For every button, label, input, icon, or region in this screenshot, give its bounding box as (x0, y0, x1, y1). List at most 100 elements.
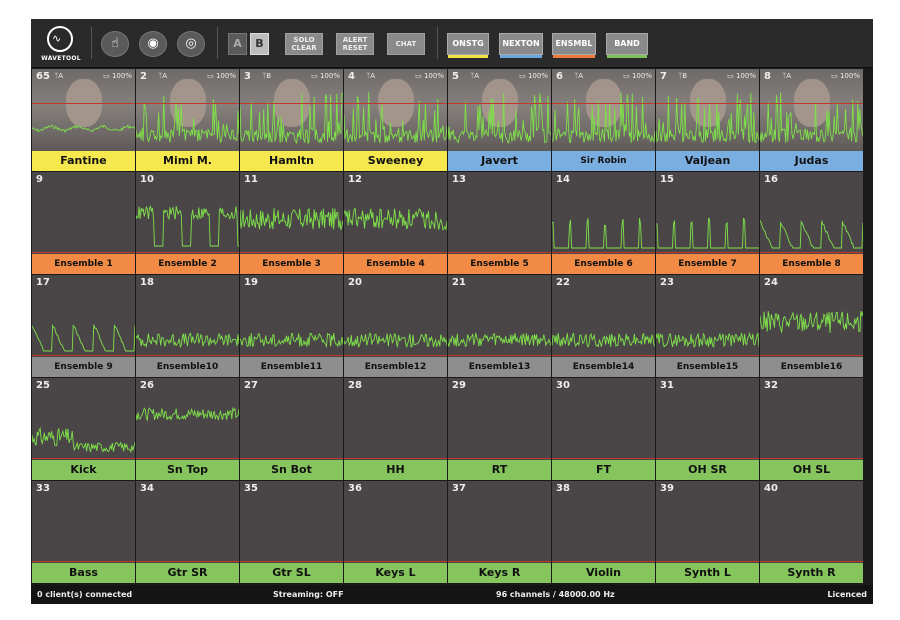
channel-label[interactable]: Ensemble 4 (344, 254, 447, 274)
channel-tile[interactable]: 35 Gtr SL (240, 481, 343, 583)
channel-tile[interactable]: 22 Ensemble14 (552, 275, 655, 377)
channel-label[interactable]: Bass (32, 563, 135, 583)
channel-tile[interactable]: 25 Kick (32, 378, 135, 480)
ab-b-button[interactable]: B (250, 33, 269, 55)
channel-tile[interactable]: 31 OH SR (656, 378, 759, 480)
channel-tile[interactable]: 2 ᛉA ▭ 100% Mimi M. (136, 69, 239, 171)
channel-label[interactable]: FT (552, 460, 655, 480)
channel-label[interactable]: Valjean (656, 151, 759, 171)
ab-a-button[interactable]: A (228, 33, 247, 55)
channel-label[interactable]: Keys R (448, 563, 551, 583)
threshold-line (656, 252, 759, 253)
channel-label[interactable]: Hamltn (240, 151, 343, 171)
channel-label[interactable]: Sn Bot (240, 460, 343, 480)
channel-label[interactable]: Ensemble11 (240, 357, 343, 377)
channel-tile[interactable]: 14 Ensemble 6 (552, 172, 655, 274)
channel-label[interactable]: Judas (760, 151, 863, 171)
channel-tile[interactable]: 5 ᛉA ▭ 100% Javert (448, 69, 551, 171)
channel-label[interactable]: Ensemble 2 (136, 254, 239, 274)
channel-tile[interactable]: 16 Ensemble 8 (760, 172, 863, 274)
channel-label[interactable]: Synth R (760, 563, 863, 583)
channel-label[interactable]: Fantine (32, 151, 135, 171)
channel-tile[interactable]: 65 ᛉA ▭ 100% Fantine (32, 69, 135, 171)
channel-tile[interactable]: 37 Keys R (448, 481, 551, 583)
channel-label[interactable]: OH SR (656, 460, 759, 480)
channel-label[interactable]: Synth L (656, 563, 759, 583)
channel-label[interactable]: Ensemble 6 (552, 254, 655, 274)
channel-label[interactable]: Sn Top (136, 460, 239, 480)
channel-tile[interactable]: 19 Ensemble11 (240, 275, 343, 377)
channel-tile[interactable]: 40 Synth R (760, 481, 863, 583)
hand-touch-icon[interactable]: ☝ (101, 31, 129, 57)
channel-label[interactable]: Keys L (344, 563, 447, 583)
channel-label[interactable]: Ensemble13 (448, 357, 551, 377)
channel-label[interactable]: Ensemble12 (344, 357, 447, 377)
channel-label[interactable]: Ensemble15 (656, 357, 759, 377)
channel-label[interactable]: Ensemble 8 (760, 254, 863, 274)
channel-tile[interactable]: 15 Ensemble 7 (656, 172, 759, 274)
waveform (656, 331, 759, 348)
threshold-line (240, 458, 343, 459)
channel-tile[interactable]: 6 ᛉA ▭ 100% Sir Robin (552, 69, 655, 171)
channel-label[interactable]: Sweeney (344, 151, 447, 171)
channel-tile[interactable]: 11 Ensemble 3 (240, 172, 343, 274)
channel-tile[interactable]: 27 Sn Bot (240, 378, 343, 480)
channel-tile[interactable]: 8 ᛉA ▭ 100% Judas (760, 69, 863, 171)
channel-label[interactable]: Ensemble 1 (32, 254, 135, 274)
channel-tile[interactable]: 34 Gtr SR (136, 481, 239, 583)
channel-tile[interactable]: 3 ᛉB ▭ 100% Hamltn (240, 69, 343, 171)
channel-label[interactable]: Ensemble 3 (240, 254, 343, 274)
solo-clear-button[interactable]: SOLO CLEAR (285, 33, 323, 55)
channel-label[interactable]: HH (344, 460, 447, 480)
channel-label[interactable]: RT (448, 460, 551, 480)
group-onstg-button[interactable]: ONSTG (447, 33, 489, 58)
hidden-eye-icon[interactable]: ◎ (177, 31, 205, 57)
channel-tile[interactable]: 13 Ensemble 5 (448, 172, 551, 274)
channel-label[interactable]: Ensemble 5 (448, 254, 551, 274)
alert-reset-button[interactable]: ALERT RESET (336, 33, 374, 55)
channel-label[interactable]: Ensemble14 (552, 357, 655, 377)
channel-tile[interactable]: 39 Synth L (656, 481, 759, 583)
channel-label[interactable]: OH SL (760, 460, 863, 480)
channel-tile[interactable]: 32 OH SL (760, 378, 863, 480)
eye-icon[interactable]: ◉ (139, 31, 167, 57)
channel-label[interactable]: Gtr SL (240, 563, 343, 583)
channel-tile[interactable]: 36 Keys L (344, 481, 447, 583)
channel-label[interactable]: Ensemble16 (760, 357, 863, 377)
group-band-button[interactable]: BAND (606, 33, 648, 58)
channel-tile[interactable]: 38 Violin (552, 481, 655, 583)
channel-tile[interactable]: 28 HH (344, 378, 447, 480)
waveform (344, 92, 447, 144)
channel-tile[interactable]: 18 Ensemble10 (136, 275, 239, 377)
channel-label[interactable]: Sir Robin (552, 151, 655, 171)
channel-tile[interactable]: 29 RT (448, 378, 551, 480)
channel-number: 19 (244, 277, 258, 288)
group-ensmbl-button[interactable]: ENSMBL (552, 33, 596, 58)
channel-tile[interactable]: 9 Ensemble 1 (32, 172, 135, 274)
channel-label[interactable]: Gtr SR (136, 563, 239, 583)
group-nexton-button[interactable]: NEXTON (499, 33, 543, 58)
channel-label[interactable]: Mimi M. (136, 151, 239, 171)
channel-tile[interactable]: 20 Ensemble12 (344, 275, 447, 377)
channel-tile[interactable]: 26 Sn Top (136, 378, 239, 480)
channel-label[interactable]: Ensemble 7 (656, 254, 759, 274)
chat-button[interactable]: CHAT (387, 33, 425, 55)
channel-tile[interactable]: 4 ᛉA ▭ 100% Sweeney (344, 69, 447, 171)
waveform (136, 406, 239, 422)
channel-label[interactable]: Javert (448, 151, 551, 171)
channel-label[interactable]: Violin (552, 563, 655, 583)
channel-tile[interactable]: 33 Bass (32, 481, 135, 583)
channel-tile[interactable]: 21 Ensemble13 (448, 275, 551, 377)
channel-tile[interactable]: 30 FT (552, 378, 655, 480)
channel-tile[interactable]: 23 Ensemble15 (656, 275, 759, 377)
channel-label[interactable]: Kick (32, 460, 135, 480)
threshold-line (448, 458, 551, 459)
channel-tile[interactable]: 24 Ensemble16 (760, 275, 863, 377)
channel-tile[interactable]: 7 ᛉB ▭ 100% Valjean (656, 69, 759, 171)
waveform (656, 92, 759, 144)
channel-tile[interactable]: 12 Ensemble 4 (344, 172, 447, 274)
channel-tile[interactable]: 10 Ensemble 2 (136, 172, 239, 274)
channel-label[interactable]: Ensemble 9 (32, 357, 135, 377)
channel-label[interactable]: Ensemble10 (136, 357, 239, 377)
channel-tile[interactable]: 17 Ensemble 9 (32, 275, 135, 377)
